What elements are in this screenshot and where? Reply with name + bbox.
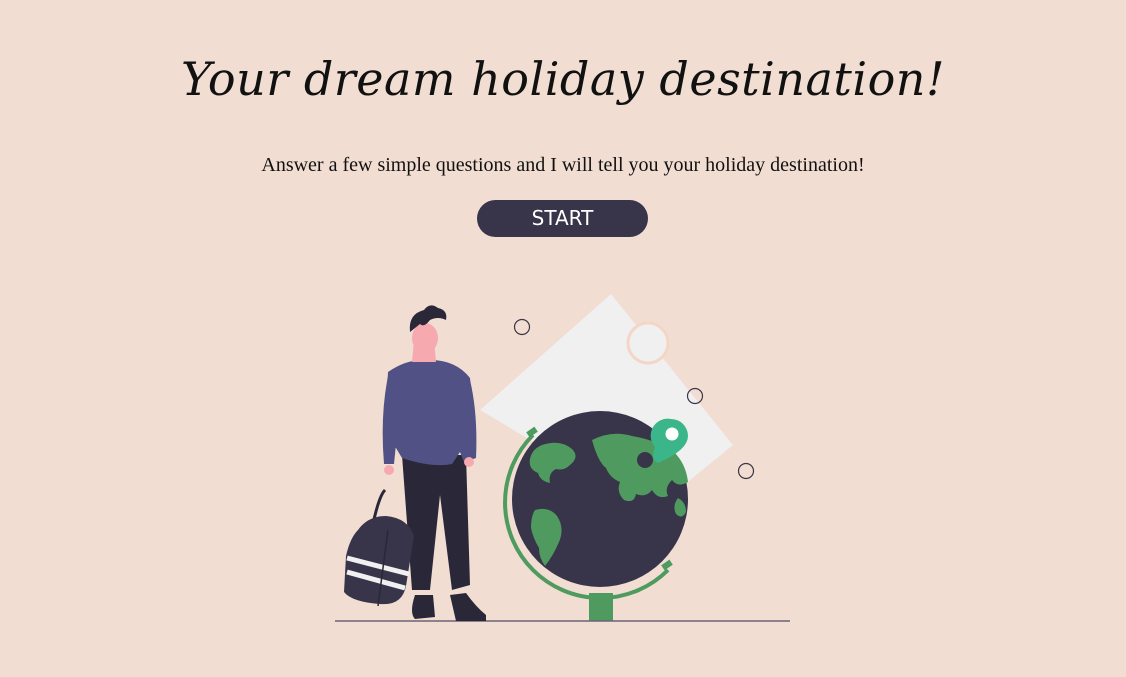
globe-stand-cap-bottom — [661, 559, 673, 571]
page-title: Your dream holiday destination! — [181, 52, 945, 106]
start-button[interactable]: START — [477, 200, 648, 237]
decorative-circle-large — [626, 321, 670, 365]
globe-stand-base — [589, 593, 613, 621]
duffel-bag — [344, 488, 414, 607]
decorative-circle-1 — [513, 318, 531, 336]
traveler-with-globe-illustration — [335, 294, 790, 622]
decorative-circle-3 — [737, 462, 755, 480]
pin-target-dot — [637, 452, 653, 468]
page-subtitle: Answer a few simple questions and I will… — [261, 154, 865, 176]
